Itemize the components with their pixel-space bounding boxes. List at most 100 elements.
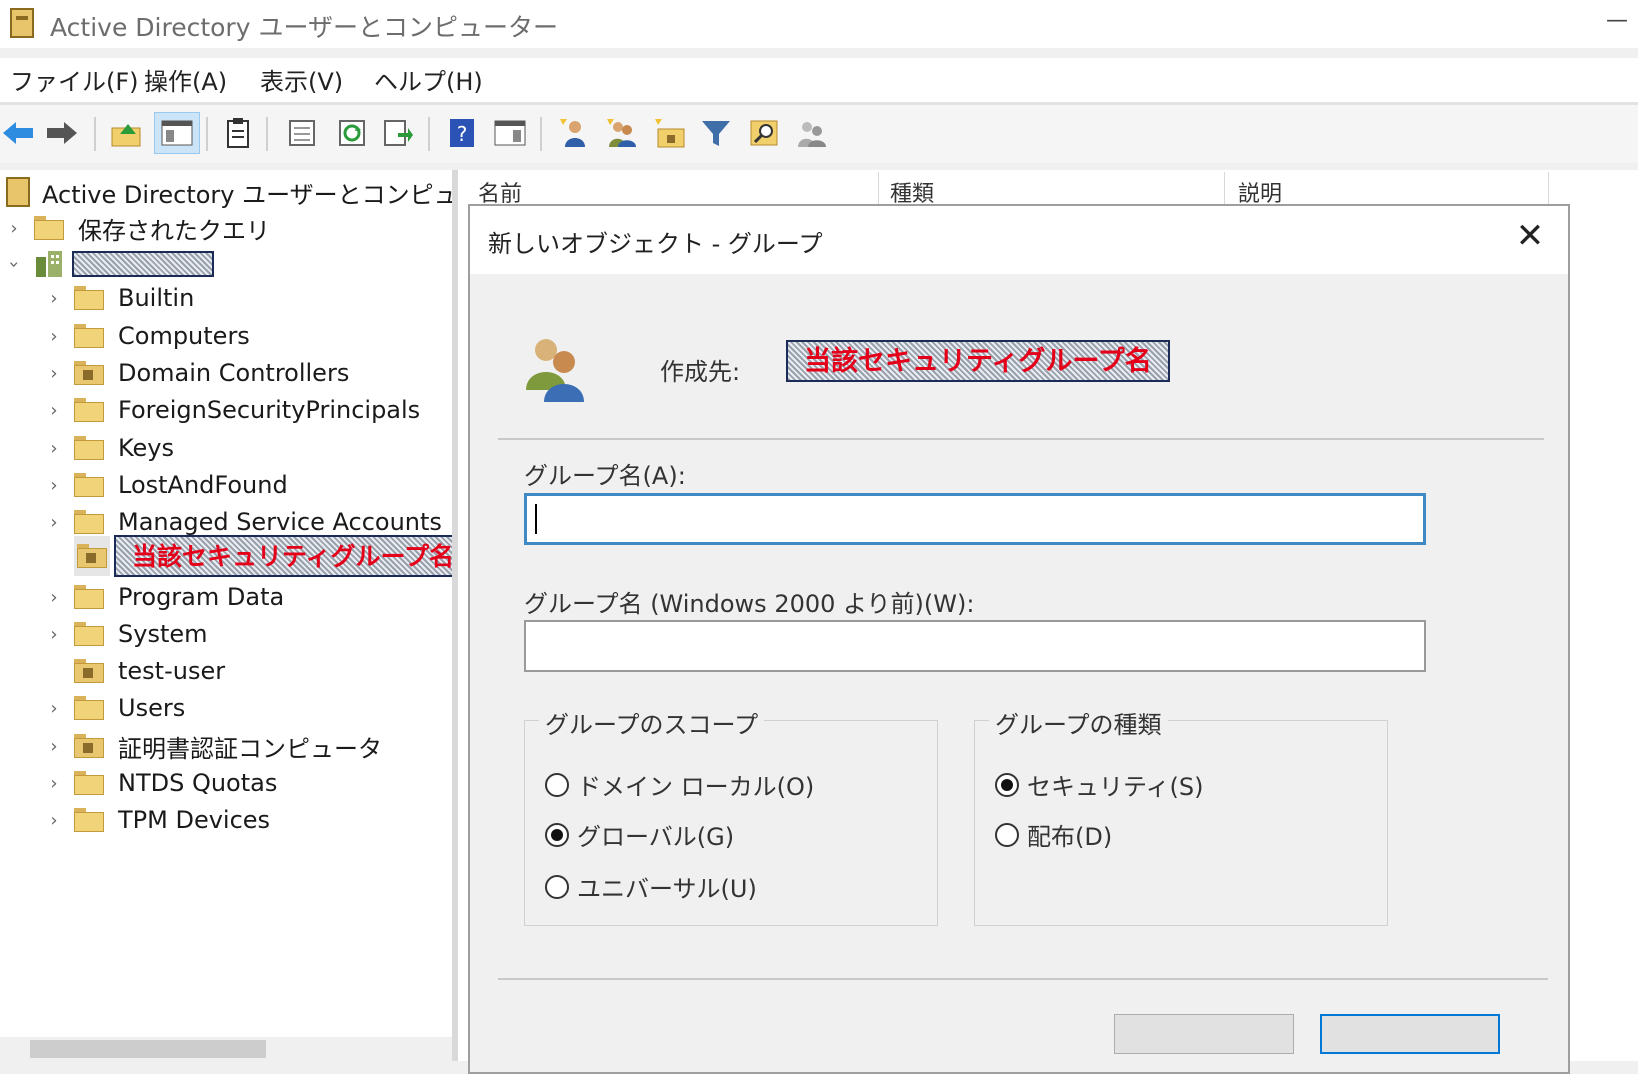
tree-item-label: ForeignSecurityPrincipals bbox=[118, 396, 421, 424]
delegate-icon[interactable] bbox=[794, 115, 830, 151]
find-icon[interactable] bbox=[746, 115, 782, 151]
folder-icon bbox=[74, 622, 104, 646]
group-name-input[interactable] bbox=[524, 493, 1426, 545]
tree-item-lost-and-found[interactable]: › LostAndFound bbox=[46, 467, 287, 503]
radio-label: ユニバーサル(U) bbox=[577, 875, 757, 903]
scrollbar-thumb[interactable] bbox=[30, 1040, 266, 1058]
menu-view[interactable]: 表示(V) bbox=[260, 62, 343, 97]
menu-action[interactable]: 操作(A) bbox=[144, 62, 227, 97]
radio-button[interactable] bbox=[995, 822, 1019, 847]
tree-item-tpm-devices[interactable]: › TPM Devices bbox=[46, 802, 270, 838]
new-ou-icon[interactable] bbox=[652, 115, 688, 151]
chevron-right-icon[interactable]: › bbox=[46, 475, 62, 496]
tree-item-users[interactable]: › Users bbox=[46, 690, 185, 726]
chevron-right-icon[interactable]: › bbox=[46, 438, 62, 459]
tree-item-builtin[interactable]: › Builtin bbox=[46, 280, 194, 316]
scope-domain-local-radio[interactable]: ドメイン ローカル(O) bbox=[545, 767, 814, 802]
chevron-right-icon[interactable]: › bbox=[46, 587, 62, 608]
tree-item-program-data[interactable]: › Program Data bbox=[46, 579, 284, 615]
forward-arrow-icon[interactable] bbox=[44, 115, 80, 151]
column-divider[interactable] bbox=[878, 172, 879, 206]
properties-icon[interactable] bbox=[284, 115, 320, 151]
type-distribution-radio[interactable]: 配布(D) bbox=[995, 817, 1112, 852]
tree-item-label: System bbox=[118, 620, 208, 648]
chevron-right-icon[interactable]: › bbox=[46, 326, 62, 347]
radio-label: グローバル(G) bbox=[577, 823, 735, 851]
close-icon[interactable]: ✕ bbox=[1510, 216, 1550, 256]
tree-item-cert-computers[interactable]: › 証明書認証コンピュータ bbox=[46, 728, 382, 764]
console-tree-icon[interactable] bbox=[154, 112, 200, 154]
radio-button[interactable] bbox=[545, 772, 569, 797]
tree-item-label: 証明書認証コンピュータ bbox=[118, 734, 382, 763]
tree-item-system[interactable]: › System bbox=[46, 616, 208, 652]
tree-item-domain[interactable]: › bbox=[4, 246, 214, 282]
folder-icon bbox=[74, 286, 104, 310]
chevron-right-icon[interactable]: › bbox=[46, 810, 62, 831]
tree-root[interactable]: Active Directory ユーザーとコンピューター bbox=[6, 174, 452, 210]
tree-item-ntds-quotas[interactable]: › NTDS Quotas bbox=[46, 765, 277, 801]
chevron-right-icon[interactable]: › bbox=[46, 363, 62, 384]
primary-button[interactable] bbox=[1320, 1014, 1500, 1054]
clipboard-icon[interactable] bbox=[220, 115, 256, 151]
create-in-label: 作成先: bbox=[660, 358, 741, 386]
tree-item-computers[interactable]: › Computers bbox=[46, 318, 250, 354]
folder-icon bbox=[74, 436, 104, 460]
tree-item-domain-controllers[interactable]: › Domain Controllers bbox=[46, 355, 349, 391]
redacted-ou-label: 当該セキュリティグループ名 bbox=[114, 535, 452, 577]
chevron-right-icon[interactable]: › bbox=[6, 218, 22, 239]
chevron-right-icon[interactable]: › bbox=[46, 288, 62, 309]
radio-button[interactable] bbox=[545, 874, 569, 899]
tree-item-test-user[interactable]: › test-user bbox=[46, 653, 225, 689]
chevron-right-icon[interactable]: › bbox=[46, 773, 62, 794]
dialog-title-bar: 新しいオブジェクト - グループ ✕ bbox=[470, 206, 1568, 274]
menu-help[interactable]: ヘルプ(H) bbox=[374, 62, 483, 97]
toolbar-separator bbox=[266, 117, 268, 151]
column-divider[interactable] bbox=[1548, 172, 1549, 206]
group-scope-box: グループのスコープ ドメイン ローカル(O) グローバル(G) ユニバーサル(U… bbox=[524, 705, 938, 926]
show-action-pane-icon[interactable] bbox=[492, 115, 528, 151]
tree-item-foreign-security-principals[interactable]: › ForeignSecurityPrincipals bbox=[46, 392, 420, 428]
refresh-icon[interactable] bbox=[334, 115, 370, 151]
chevron-right-icon[interactable]: › bbox=[46, 400, 62, 421]
scope-universal-radio[interactable]: ユニバーサル(U) bbox=[545, 869, 757, 904]
export-list-icon[interactable] bbox=[380, 115, 416, 151]
tree-item-label: NTDS Quotas bbox=[118, 769, 278, 797]
chevron-right-icon[interactable]: › bbox=[46, 512, 62, 533]
pre2000-name-input[interactable] bbox=[524, 620, 1426, 672]
menu-file[interactable]: ファイル(F) bbox=[10, 62, 139, 97]
tree-item-label: TPM Devices bbox=[118, 806, 271, 834]
tree-item-keys[interactable]: › Keys bbox=[46, 430, 174, 466]
back-arrow-icon[interactable] bbox=[0, 115, 36, 151]
text-caret bbox=[535, 504, 537, 534]
up-folder-icon[interactable] bbox=[108, 115, 144, 151]
ou-folder-icon bbox=[74, 734, 104, 758]
minimize-button[interactable]: — bbox=[1602, 8, 1632, 38]
redacted-create-in-path: 当該セキュリティグループ名 bbox=[786, 340, 1170, 382]
tree-item-label: Users bbox=[118, 694, 186, 722]
tree-root-label: Active Directory ユーザーとコンピューター bbox=[42, 180, 452, 209]
scope-global-radio[interactable]: グローバル(G) bbox=[545, 817, 734, 852]
folder-icon bbox=[74, 398, 104, 422]
type-security-radio[interactable]: セキュリティ(S) bbox=[995, 767, 1204, 802]
filter-icon[interactable] bbox=[698, 115, 734, 151]
help-icon[interactable]: ? bbox=[444, 115, 480, 151]
chevron-right-icon[interactable]: › bbox=[46, 698, 62, 719]
toolbar-separator bbox=[206, 117, 208, 151]
radio-button-selected[interactable] bbox=[545, 822, 569, 847]
ou-folder-icon bbox=[74, 659, 104, 683]
tree-item-label: Computers bbox=[118, 322, 250, 350]
new-user-icon[interactable] bbox=[556, 115, 592, 151]
tree-item-label: Managed Service Accounts bbox=[118, 508, 442, 536]
group-name-label: グループ名(A): bbox=[524, 462, 686, 490]
chevron-right-icon[interactable]: › bbox=[46, 624, 62, 645]
radio-button-selected[interactable] bbox=[995, 772, 1019, 797]
new-group-icon[interactable] bbox=[604, 115, 640, 151]
tree-item-selected-ou[interactable]: › 当該セキュリティグループ名 bbox=[46, 534, 452, 578]
chevron-down-icon[interactable]: › bbox=[4, 256, 25, 272]
tree-item-saved-queries[interactable]: › 保存されたクエリ bbox=[6, 210, 270, 246]
tree-item-label: test-user bbox=[118, 657, 226, 685]
secondary-button[interactable] bbox=[1114, 1014, 1294, 1054]
chevron-right-icon[interactable]: › bbox=[46, 736, 62, 757]
folder-icon bbox=[34, 216, 64, 240]
column-divider[interactable] bbox=[1224, 172, 1225, 206]
